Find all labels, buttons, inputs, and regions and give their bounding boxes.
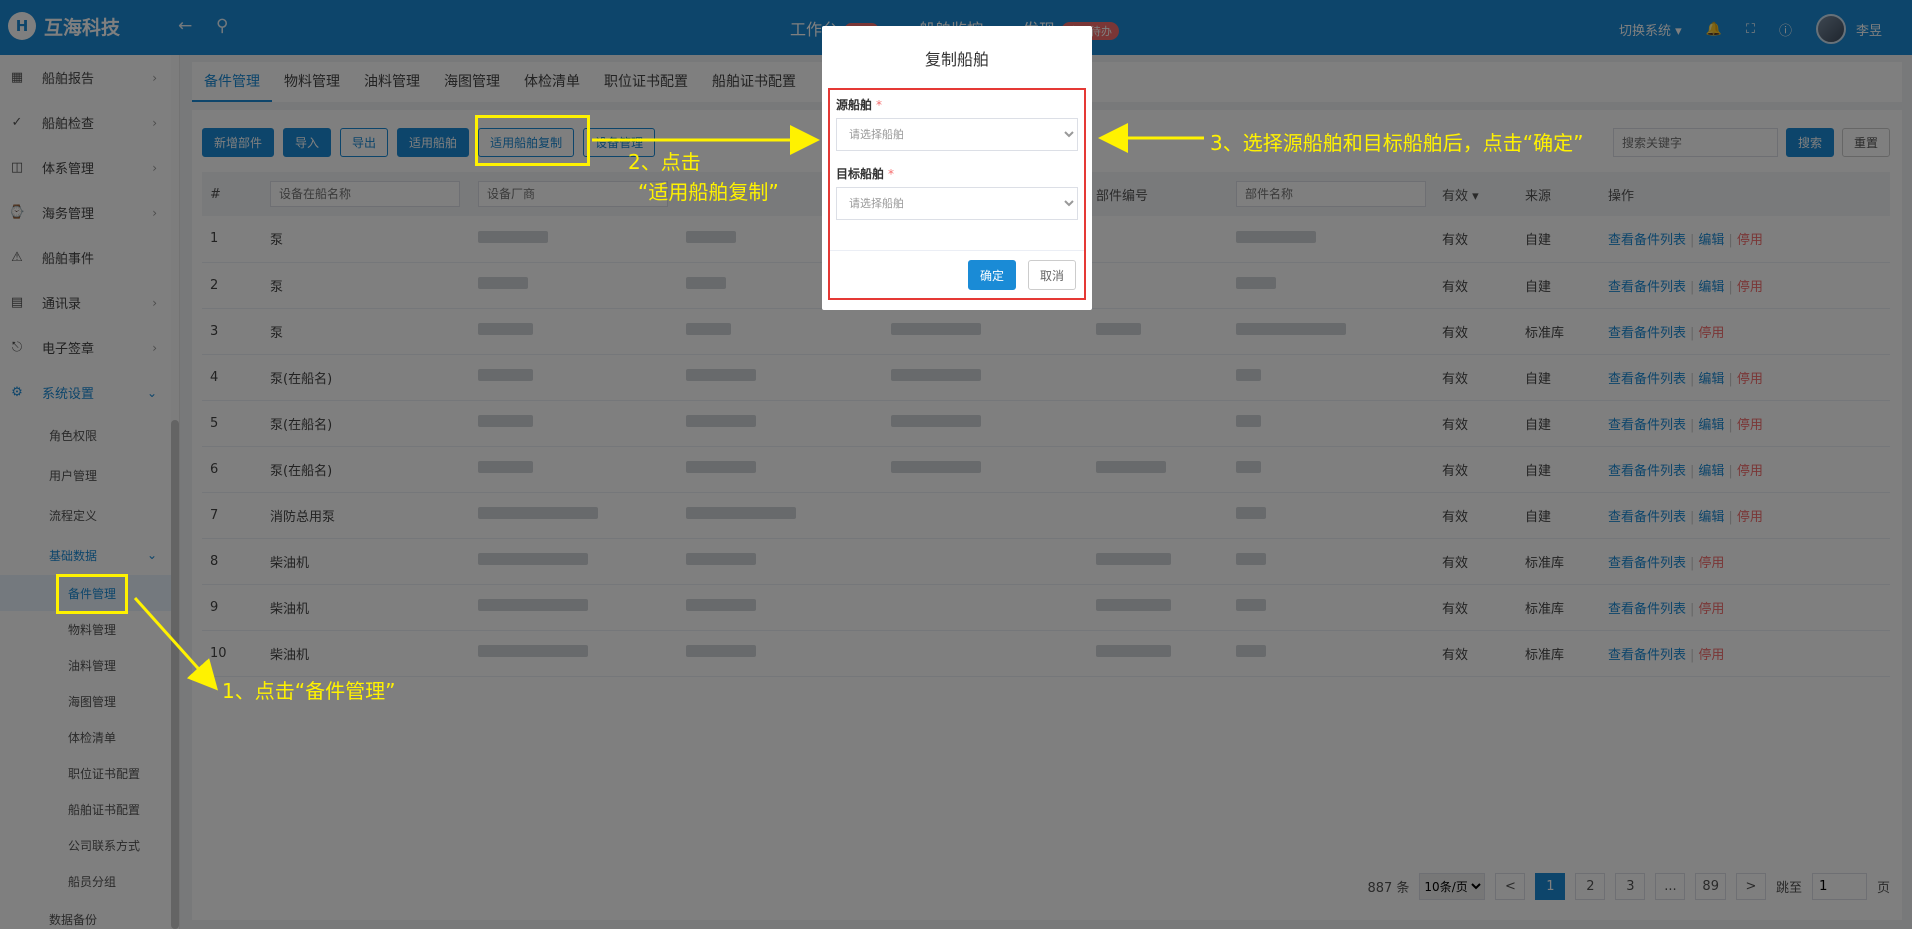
dialog-form-highlight: 源船舶 * 请选择船舶 目标船舶 * 请选择船舶 确定 取消 <box>828 88 1086 300</box>
dialog-footer: 确定 取消 <box>967 260 1076 290</box>
annotation-step2-line2: “适用船舶复制” <box>638 180 779 204</box>
copy-vessel-dialog: 复制船舶 源船舶 * 请选择船舶 目标船舶 * 请选择船舶 确定 取消 <box>822 26 1092 310</box>
source-vessel-select[interactable]: 请选择船舶 <box>836 118 1078 151</box>
target-vessel-label: 目标船舶 * <box>836 167 895 181</box>
target-vessel-select[interactable]: 请选择船舶 <box>836 187 1078 220</box>
cancel-button[interactable]: 取消 <box>1027 260 1076 290</box>
highlight-copy-button <box>475 115 590 166</box>
annotation-step2-line1: 2、点击 <box>628 150 701 174</box>
highlight-spare-parts <box>56 574 128 614</box>
annotation-step3: 3、选择源船舶和目标船舶后，点击“确定” <box>1210 131 1584 155</box>
annotation-step1: 1、点击“备件管理” <box>222 679 396 703</box>
dialog-title: 复制船舶 <box>924 50 989 69</box>
confirm-button[interactable]: 确定 <box>967 260 1016 290</box>
target-vessel-field: 目标船舶 * 请选择船舶 <box>830 151 1084 220</box>
source-vessel-label: 源船舶 * <box>836 98 883 112</box>
source-vessel-field: 源船舶 * 请选择船舶 <box>830 90 1084 151</box>
dialog-divider <box>830 250 1084 251</box>
